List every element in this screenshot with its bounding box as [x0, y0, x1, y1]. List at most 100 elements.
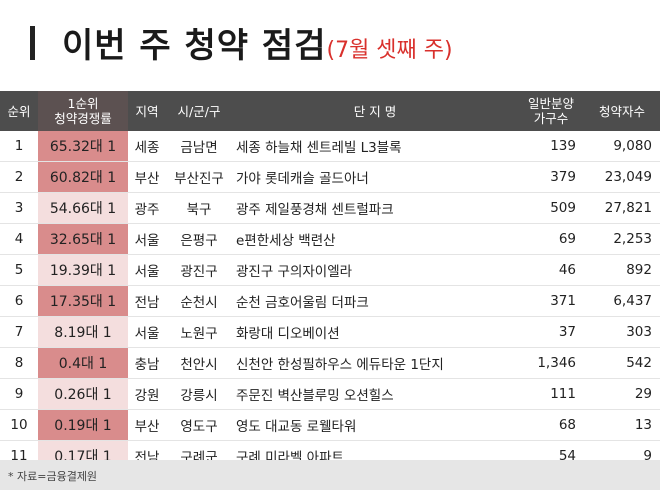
cell-applicants: 29 [584, 378, 660, 410]
table-row: 7 8.19대 1 서울 노원구 화랑대 디오베이션 37 303 [0, 316, 660, 348]
table-row: 1 65.32대 1 세종 금남면 세종 하늘채 센트레빌 L3블록 139 9… [0, 131, 660, 162]
cell-applicants: 13 [584, 409, 660, 441]
cell-rate: 8.19대 1 [38, 316, 128, 348]
cell-city: 노원구 [166, 316, 232, 348]
col-rank: 순위 [0, 91, 38, 131]
col-rate: 1순위 청약경쟁률 [38, 91, 128, 131]
cell-complex: 신천안 한성필하우스 에듀타운 1단지 [232, 347, 518, 379]
cell-applicants: 9,080 [584, 131, 660, 162]
cell-applicants: 542 [584, 347, 660, 379]
cell-region: 광주 [128, 192, 166, 224]
cell-region: 서울 [128, 223, 166, 255]
cell-complex: 세종 하늘채 센트레빌 L3블록 [232, 131, 518, 162]
cell-complex: 순천 금호어울림 더파크 [232, 285, 518, 317]
cell-units: 509 [518, 192, 584, 224]
cell-units: 111 [518, 378, 584, 410]
cell-rate: 19.39대 1 [38, 254, 128, 286]
cell-units: 68 [518, 409, 584, 441]
table-row: 8 0.4대 1 충남 천안시 신천안 한성필하우스 에듀타운 1단지 1,34… [0, 347, 660, 379]
cell-complex: 가야 롯데캐슬 골드아너 [232, 161, 518, 193]
page-title-main: 이번 주 청약 점검 [62, 26, 327, 66]
col-city: 시/군/구 [166, 91, 232, 131]
col-applicants: 청약자수 [584, 91, 660, 131]
cell-region: 서울 [128, 316, 166, 348]
cell-rate: 0.26대 1 [38, 378, 128, 410]
cell-city: 부산진구 [166, 161, 232, 193]
col-units-line2: 가구수 [533, 111, 569, 126]
cell-rank: 5 [0, 254, 38, 286]
cell-region: 부산 [128, 161, 166, 193]
subscription-table: 순위 1순위 청약경쟁률 지역 시/군/구 단 지 명 일반분양 가구수 청약자… [0, 91, 660, 472]
cell-region: 충남 [128, 347, 166, 379]
cell-rank: 9 [0, 378, 38, 410]
cell-region: 강원 [128, 378, 166, 410]
source-footer: * 자료=금융결제원 [0, 460, 660, 490]
table-row: 9 0.26대 1 강원 강릉시 주문진 벽산블루밍 오션힐스 111 29 [0, 378, 660, 410]
cell-complex: 광진구 구의자이엘라 [232, 254, 518, 286]
cell-rank: 7 [0, 316, 38, 348]
table-row: 3 54.66대 1 광주 북구 광주 제일풍경채 센트럴파크 509 27,8… [0, 192, 660, 224]
page-subtitle: (7월 셋째 주) [326, 38, 453, 63]
cell-rate: 0.4대 1 [38, 347, 128, 379]
cell-applicants: 2,253 [584, 223, 660, 255]
table-row: 2 60.82대 1 부산 부산진구 가야 롯데캐슬 골드아너 379 23,0… [0, 161, 660, 193]
cell-region: 세종 [128, 131, 166, 162]
cell-complex: 화랑대 디오베이션 [232, 316, 518, 348]
table-row: 10 0.19대 1 부산 영도구 영도 대교동 로웰타워 68 13 [0, 409, 660, 441]
cell-rate: 60.82대 1 [38, 161, 128, 193]
cell-city: 금남면 [166, 131, 232, 162]
cell-city: 은평구 [166, 223, 232, 255]
cell-city: 광진구 [166, 254, 232, 286]
cell-rank: 6 [0, 285, 38, 317]
cell-rate: 65.32대 1 [38, 131, 128, 162]
cell-rate: 0.19대 1 [38, 409, 128, 441]
cell-rank: 10 [0, 409, 38, 441]
cell-units: 139 [518, 131, 584, 162]
cell-rank: 3 [0, 192, 38, 224]
cell-city: 천안시 [166, 347, 232, 379]
cell-units: 1,346 [518, 347, 584, 379]
table-row: 6 17.35대 1 전남 순천시 순천 금호어울림 더파크 371 6,437 [0, 285, 660, 317]
cell-city: 강릉시 [166, 378, 232, 410]
cell-city: 순천시 [166, 285, 232, 317]
cell-rank: 2 [0, 161, 38, 193]
title-bar-mark [30, 26, 35, 60]
cell-complex: 광주 제일풍경채 센트럴파크 [232, 192, 518, 224]
cell-region: 서울 [128, 254, 166, 286]
cell-complex: 주문진 벽산블루밍 오션힐스 [232, 378, 518, 410]
cell-city: 영도구 [166, 409, 232, 441]
cell-rate: 54.66대 1 [38, 192, 128, 224]
cell-complex: e편한세상 백련산 [232, 223, 518, 255]
cell-region: 전남 [128, 285, 166, 317]
table-row: 5 19.39대 1 서울 광진구 광진구 구의자이엘라 46 892 [0, 254, 660, 286]
col-units: 일반분양 가구수 [518, 91, 584, 131]
cell-applicants: 6,437 [584, 285, 660, 317]
col-units-line1: 일반분양 [527, 96, 574, 111]
source-note: * 자료=금융결제원 [8, 470, 98, 483]
cell-applicants: 892 [584, 254, 660, 286]
col-region: 지역 [128, 91, 166, 131]
table-row: 4 32.65대 1 서울 은평구 e편한세상 백련산 69 2,253 [0, 223, 660, 255]
title-bar: 이번 주 청약 점검(7월 셋째 주) [0, 0, 660, 86]
cell-applicants: 23,049 [584, 161, 660, 193]
cell-rank: 4 [0, 223, 38, 255]
cell-rate: 17.35대 1 [38, 285, 128, 317]
col-complex: 단 지 명 [232, 91, 518, 131]
col-rate-line1: 1순위 [67, 96, 99, 111]
col-rate-line2: 청약경쟁률 [54, 111, 112, 126]
table-header-row: 순위 1순위 청약경쟁률 지역 시/군/구 단 지 명 일반분양 가구수 청약자… [0, 91, 660, 131]
cell-complex: 영도 대교동 로웰타워 [232, 409, 518, 441]
cell-units: 371 [518, 285, 584, 317]
cell-units: 46 [518, 254, 584, 286]
cell-units: 69 [518, 223, 584, 255]
cell-rate: 32.65대 1 [38, 223, 128, 255]
cell-city: 북구 [166, 192, 232, 224]
cell-units: 379 [518, 161, 584, 193]
page-title: 이번 주 청약 점검(7월 셋째 주) [62, 18, 453, 67]
cell-units: 37 [518, 316, 584, 348]
cell-applicants: 303 [584, 316, 660, 348]
cell-rank: 8 [0, 347, 38, 379]
cell-rank: 1 [0, 131, 38, 162]
cell-region: 부산 [128, 409, 166, 441]
cell-applicants: 27,821 [584, 192, 660, 224]
